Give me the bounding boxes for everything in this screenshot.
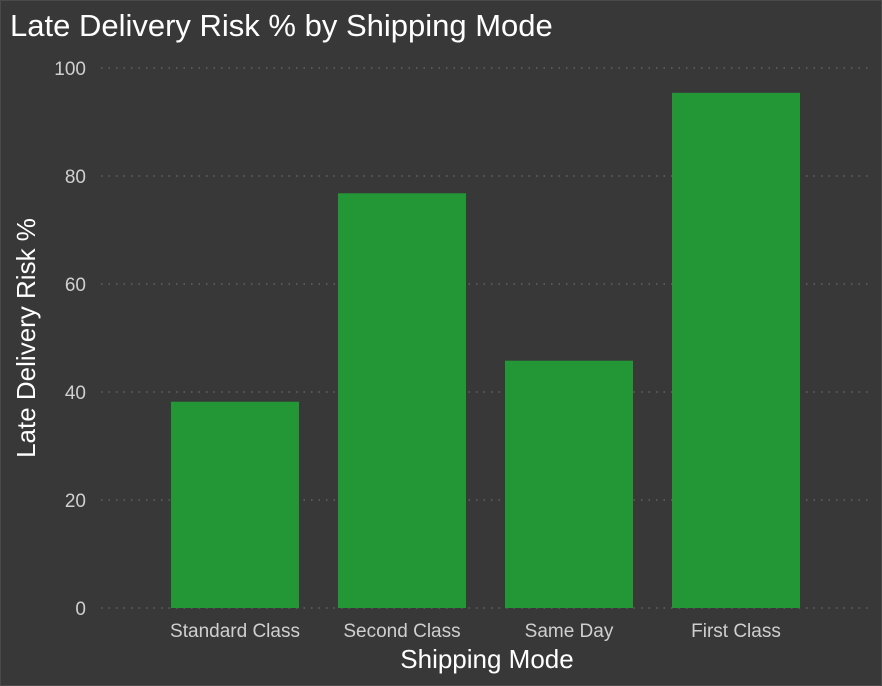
bar-same-day bbox=[505, 360, 633, 608]
x-tick-label: Same Day bbox=[525, 621, 614, 642]
y-tick-label: 100 bbox=[54, 59, 86, 80]
x-axis-ticks: Standard Class Second Class Same Day First … bbox=[170, 621, 781, 642]
x-tick-label: First Class bbox=[691, 621, 781, 642]
bar-standard-class bbox=[171, 401, 299, 608]
bar-first-class bbox=[672, 92, 800, 609]
x-tick-label: Standard Class bbox=[170, 621, 300, 642]
y-axis-label: Late Delivery Risk % bbox=[11, 218, 41, 458]
chart-title: Late Delivery Risk % by Shipping Mode bbox=[10, 8, 553, 43]
y-tick-label: 20 bbox=[65, 491, 86, 512]
bars bbox=[171, 92, 800, 609]
bar-second-class bbox=[338, 193, 466, 608]
chart-frame: 0 20 40 60 80 100 Standard Class Second Class S… bbox=[0, 0, 882, 686]
x-tick-label: Second Class bbox=[343, 621, 460, 642]
bar-chart: 020406080100 Standard Class Second Class S… bbox=[10, 8, 871, 674]
y-axis-ticks: 0 20 40 60 80 100 bbox=[54, 59, 86, 620]
y-tick-label: 60 bbox=[65, 275, 86, 296]
y-tick-label: 80 bbox=[65, 167, 86, 188]
x-axis-label: Shipping Mode bbox=[400, 644, 573, 674]
y-tick-label: 0 bbox=[75, 599, 86, 620]
y-tick-label: 40 bbox=[65, 383, 86, 404]
